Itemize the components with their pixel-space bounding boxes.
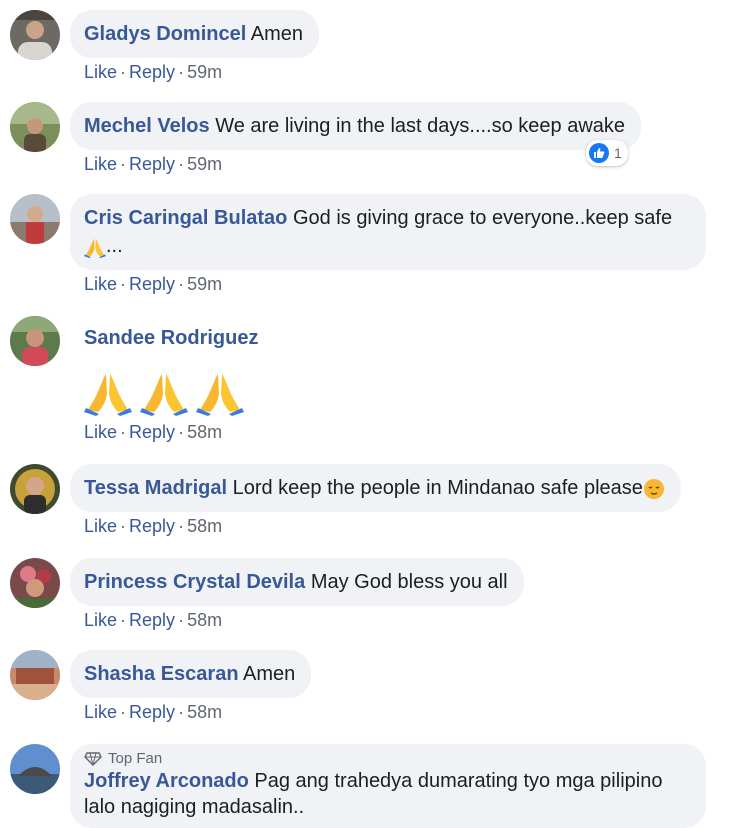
separator: · [120, 274, 127, 294]
comment-bubble: Princess Crystal Devila May God bless yo… [70, 558, 524, 606]
reply-link[interactable]: Reply [129, 154, 175, 174]
reaction-count: 1 [614, 145, 622, 161]
separator: · [120, 516, 127, 536]
avatar[interactable] [10, 194, 60, 244]
comment-actions: Like · Reply · 59m [84, 62, 222, 83]
comment-sticker-block: Sandee Rodriguez [84, 326, 258, 416]
separator: · [178, 516, 185, 536]
separator: · [178, 610, 185, 630]
comment-actions: Like · Reply · 58m [84, 422, 222, 443]
avatar[interactable] [10, 102, 60, 152]
comment-author[interactable]: Sandee Rodriguez [84, 326, 258, 350]
comment-time[interactable]: 58m [187, 422, 222, 442]
comment-bubble: Tessa Madrigal Lord keep the people in M… [70, 464, 681, 512]
reply-link[interactable]: Reply [129, 62, 175, 82]
comment-text: We are living in the last days....so kee… [215, 115, 626, 137]
like-link[interactable]: Like [84, 154, 117, 174]
comment-author[interactable]: Princess Crystal Devila [84, 571, 305, 593]
reaction-badge[interactable]: 1 [586, 140, 628, 166]
top-fan-label: Top Fan [108, 750, 163, 767]
comment-bubble: Mechel Velos We are living in the last d… [70, 102, 642, 150]
reply-link[interactable]: Reply [129, 702, 175, 722]
pray-emoji-icon [196, 368, 244, 416]
comment-actions: Like · Reply · 58m [84, 610, 222, 631]
separator: · [120, 62, 127, 82]
like-link[interactable]: Like [84, 422, 117, 442]
reply-link[interactable]: Reply [129, 610, 175, 630]
comment-text: Amen [250, 23, 303, 45]
avatar[interactable] [10, 316, 60, 366]
pray-emoji-icon [84, 368, 132, 416]
like-link[interactable]: Like [84, 516, 117, 536]
comment-actions: Like · Reply · 59m [84, 274, 222, 295]
separator: · [120, 154, 127, 174]
comment-time[interactable]: 59m [187, 154, 222, 174]
comment-author[interactable]: Gladys Domincel [84, 23, 246, 45]
separator: · [178, 274, 185, 294]
pray-emoji-icon [140, 368, 188, 416]
like-link[interactable]: Like [84, 62, 117, 82]
like-link[interactable]: Like [84, 274, 117, 294]
comment-text: God is giving grace to everyone..keep sa… [292, 207, 673, 229]
comment-time[interactable]: 58m [187, 610, 222, 630]
separator: · [120, 702, 127, 722]
comment-author[interactable]: Cris Caringal Bulatao [84, 207, 287, 229]
top-fan-badge: Top Fan [84, 750, 690, 768]
avatar[interactable] [10, 744, 60, 794]
pray-emoji-icon [84, 236, 106, 258]
separator: · [178, 702, 185, 722]
comment-author[interactable]: Shasha Escaran [84, 663, 239, 685]
comment-actions: Like · Reply · 58m [84, 702, 222, 723]
reply-link[interactable]: Reply [129, 516, 175, 536]
separator: · [178, 154, 185, 174]
separator: · [120, 610, 127, 630]
comment-actions: Like · Reply · 58m [84, 516, 222, 537]
comment-text: Lord keep the people in Mindanao safe pl… [232, 477, 643, 499]
comment-time[interactable]: 58m [187, 516, 222, 536]
comment-bubble: Gladys Domincel Amen [70, 10, 319, 58]
comment-author[interactable]: Joffrey Arconado [84, 770, 249, 792]
reply-link[interactable]: Reply [129, 274, 175, 294]
separator: · [178, 62, 185, 82]
comment-actions: Like · Reply · 59m [84, 154, 222, 175]
separator: · [120, 422, 127, 442]
thumbs-up-icon [589, 143, 609, 163]
comment-text: Pag ang trahedya dumarating tyo mga pili… [254, 770, 663, 792]
comment-bubble: Cris Caringal Bulatao God is giving grac… [70, 194, 706, 270]
comment-time[interactable]: 59m [187, 274, 222, 294]
diamond-icon [84, 752, 102, 766]
like-link[interactable]: Like [84, 702, 117, 722]
comment-text-more: ... [106, 235, 123, 257]
avatar[interactable] [10, 558, 60, 608]
comment-time[interactable]: 59m [187, 62, 222, 82]
separator: · [178, 422, 185, 442]
avatar[interactable] [10, 10, 60, 60]
like-link[interactable]: Like [84, 610, 117, 630]
emoji-row [84, 368, 258, 416]
comment-author[interactable]: Mechel Velos [84, 115, 210, 137]
comment-time[interactable]: 58m [187, 702, 222, 722]
relieved-face-emoji-icon [643, 478, 664, 499]
avatar[interactable] [10, 464, 60, 514]
comment-text: Amen [242, 663, 296, 685]
comment-author[interactable]: Tessa Madrigal [84, 477, 227, 499]
comment-bubble: Shasha Escaran Amen [70, 650, 312, 698]
comment-bubble: Top Fan Joffrey Arconado Pag ang trahedy… [70, 744, 706, 828]
reply-link[interactable]: Reply [129, 422, 175, 442]
comment-text: May God bless you all [310, 571, 508, 593]
avatar[interactable] [10, 650, 60, 700]
comment-text-more: lalo nagiging madasalin.. [84, 796, 305, 818]
